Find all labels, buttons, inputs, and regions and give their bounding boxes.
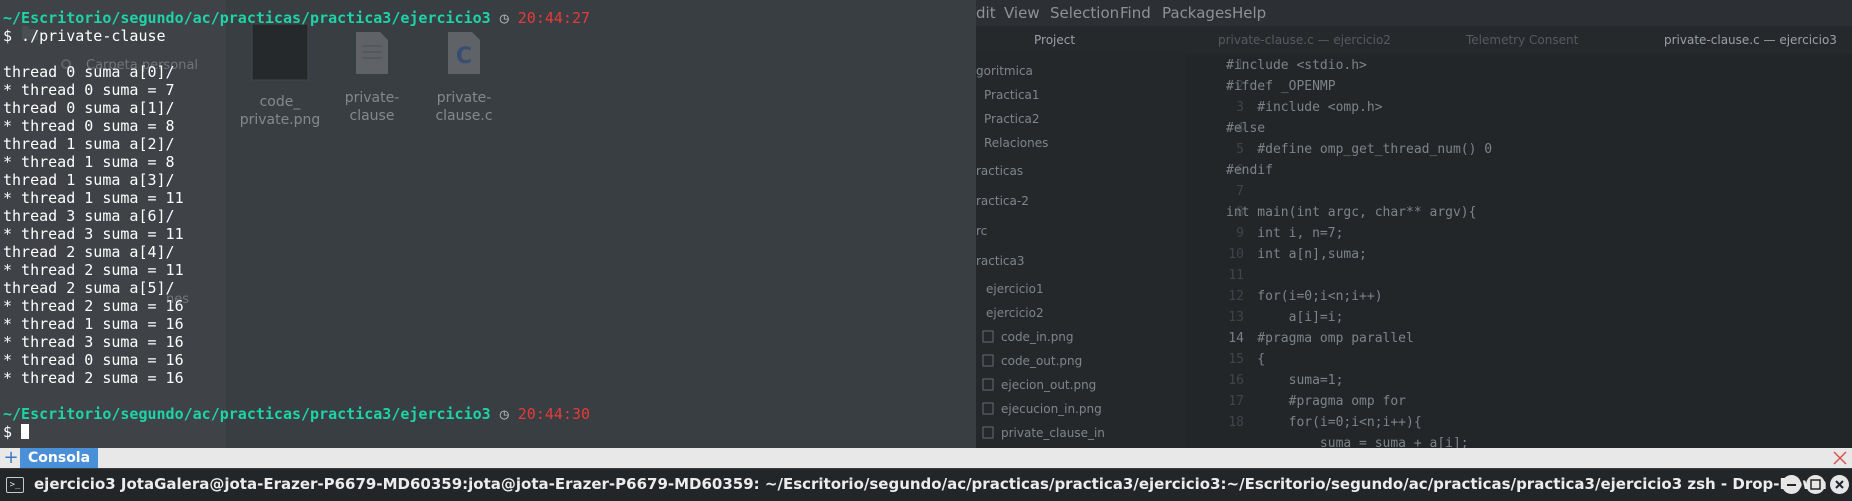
tree-item[interactable]: ejercicio2 [986, 306, 1044, 320]
tab-consola[interactable]: Consola [20, 448, 98, 468]
output-line: * thread 1 suma = 8 [3, 153, 175, 171]
menu-view[interactable]: View [1004, 4, 1040, 22]
code-line[interactable]: suma=1; [1226, 373, 1344, 388]
code-editor-window: dit View Selection Find Packages Help Pr… [976, 0, 1852, 451]
menu-find[interactable]: Find [1120, 4, 1151, 22]
input-line[interactable]: $ [3, 423, 30, 441]
command-line: $ ./private-clause [3, 27, 166, 45]
menu-help[interactable]: Help [1232, 4, 1266, 22]
tree-item[interactable]: Relaciones [984, 136, 1048, 150]
output-line: * thread 2 suma = 16 [3, 297, 184, 315]
file-icon [982, 378, 994, 391]
menu-packages[interactable]: Packages [1162, 4, 1232, 22]
output-line: * thread 1 suma = 11 [3, 189, 184, 207]
clock-icon: ◷ [499, 9, 509, 27]
file-icon [982, 330, 994, 343]
code-line[interactable]: #else [1226, 121, 1265, 136]
code-line[interactable]: #pragma omp parallel [1226, 331, 1414, 346]
tree-item[interactable]: Practica1 [984, 88, 1040, 102]
prompt-symbol: $ [3, 423, 13, 441]
output-line: * thread 3 suma = 11 [3, 225, 184, 243]
prompt-time: 20:44:27 [517, 9, 591, 27]
prompt-line: ~/Escritorio/segundo/ac/practicas/practi… [3, 9, 590, 27]
code-line[interactable]: #define omp_get_thread_num() 0 [1226, 142, 1492, 157]
close-icon [1835, 480, 1844, 489]
output-line: thread 1 suma a[3]/ [3, 171, 175, 189]
output-line: thread 0 suma a[0]/ [3, 63, 175, 81]
code-line[interactable]: int i, n=7; [1226, 226, 1343, 241]
output-line: thread 1 suma a[2]/ [3, 135, 175, 153]
tab-project[interactable]: Project [1034, 33, 1075, 47]
code-line[interactable]: { [1226, 352, 1265, 367]
tab-file-ejercicio3[interactable]: private-clause.c — ejercicio3 [1664, 33, 1837, 47]
maximize-button[interactable] [1806, 475, 1825, 494]
tree-item[interactable]: code_out.png [1001, 354, 1082, 368]
minimize-icon [1787, 484, 1796, 486]
output-line: thread 0 suma a[1]/ [3, 99, 175, 117]
prompt-path: ~/Escritorio/segundo/ac/practicas/practi… [3, 9, 491, 27]
code-line[interactable]: #include <stdio.h> [1226, 58, 1367, 73]
tree-item[interactable]: ejecucion_in.png [1001, 402, 1102, 416]
add-tab-button[interactable]: + [2, 448, 20, 468]
code-line[interactable]: int main(int argc, char** argv){ [1226, 205, 1476, 220]
code-line[interactable]: #endif [1226, 163, 1273, 178]
output-line: thread 2 suma a[4]/ [3, 243, 175, 261]
prompt-line: ~/Escritorio/segundo/ac/practicas/practi… [3, 405, 590, 423]
terminal-icon: >_ [6, 477, 24, 493]
output-line: * thread 2 suma = 11 [3, 261, 184, 279]
terminal[interactable]: ~/Escritorio/segundo/ac/practicas/practi… [0, 0, 976, 448]
editor-tab-bar: Project private-clause.c — ejercicio2 Te… [976, 26, 1852, 54]
taskbar: >_ ejercicio3 JotaGalera@jota-Erazer-P66… [0, 468, 1852, 501]
prompt-path: ~/Escritorio/segundo/ac/practicas/practi… [3, 405, 491, 423]
line-number: 11 [1228, 268, 1244, 283]
tree-item[interactable]: ejecion_out.png [1001, 378, 1096, 392]
code-line[interactable]: a[i]=i; [1226, 310, 1344, 325]
maximize-icon [1810, 479, 1821, 490]
output-line: * thread 0 suma = 7 [3, 81, 175, 99]
code-line[interactable]: for(i=0;i<n;i++) [1226, 289, 1382, 304]
editor-menubar: dit View Selection Find Packages Help [976, 0, 1852, 26]
window-title[interactable]: ejercicio3 JotaGalera@jota-Erazer-P6679-… [34, 475, 1827, 493]
line-number: 7 [1236, 184, 1244, 199]
output-line: * thread 0 suma = 16 [3, 351, 184, 369]
output-line: * thread 1 suma = 16 [3, 315, 184, 333]
code-line[interactable]: for(i=0;i<n;i++){ [1226, 415, 1422, 430]
output-line: * thread 2 suma = 16 [3, 369, 184, 387]
code-line[interactable]: #include <omp.h> [1226, 100, 1382, 115]
terminal-tab-bar: + Consola [0, 448, 1852, 468]
output-line: thread 3 suma a[6]/ [3, 207, 175, 225]
tree-item[interactable]: racticas [976, 164, 1023, 178]
tree-item[interactable]: ractica-2 [976, 194, 1029, 208]
tab-file-ejercicio2[interactable]: private-clause.c — ejercicio2 [1218, 33, 1391, 47]
code-line[interactable]: #pragma omp for [1226, 394, 1406, 409]
file-icon [982, 354, 994, 367]
close-icon[interactable] [1830, 448, 1850, 468]
output-line: * thread 3 suma = 16 [3, 333, 184, 351]
menu-selection[interactable]: Selection [1050, 4, 1119, 22]
output-line: * thread 0 suma = 8 [3, 117, 175, 135]
code-line[interactable]: #ifdef _OPENMP [1226, 79, 1336, 94]
text-cursor [21, 424, 30, 439]
menu-edit[interactable]: dit [976, 4, 996, 22]
minimize-button[interactable] [1782, 475, 1801, 494]
tree-item[interactable]: ejercicio1 [986, 282, 1044, 296]
tab-telemetry[interactable]: Telemetry Consent [1466, 33, 1578, 47]
output-line: thread 2 suma a[5]/ [3, 279, 175, 297]
tree-item[interactable]: ractica3 [976, 254, 1025, 268]
tree-item[interactable]: Practica2 [984, 112, 1040, 126]
tree-item[interactable]: rc [976, 224, 987, 238]
clock-icon: ◷ [499, 405, 509, 423]
tree-item[interactable]: goritmica [976, 64, 1033, 78]
tree-item[interactable]: code_in.png [1001, 330, 1074, 344]
code-line[interactable]: int a[n],suma; [1226, 247, 1367, 262]
file-icon [982, 402, 994, 415]
project-tree: goritmica Practica1 Practica2 Relaciones… [976, 54, 1186, 448]
file-icon [982, 426, 994, 439]
close-window-button[interactable] [1830, 475, 1849, 494]
tree-item[interactable]: private_clause_in [1001, 426, 1105, 440]
prompt-time: 20:44:30 [517, 405, 591, 423]
